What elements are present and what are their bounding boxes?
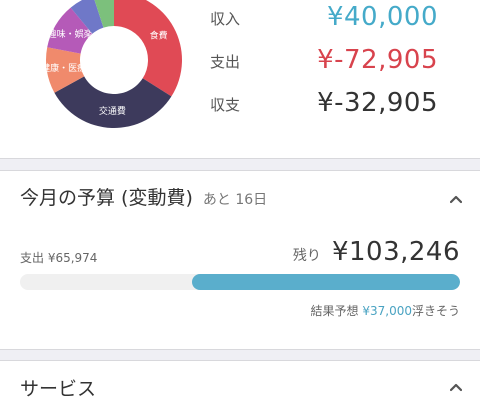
donut-slice-label: 健康・医療 [44,62,86,74]
donut-slice-label: 交通費 [99,105,126,117]
budget-card: 今月の予算 (変動費) あと 16日 支出 ¥65,974 残り ¥103,24… [0,170,480,350]
budget-progress-fill [191,274,460,290]
remaining-value: ¥103,246 [331,237,460,267]
balance-row: 収支 ¥-32,905 [210,88,438,118]
remaining-label: 残り [292,248,321,264]
balance-value: ¥-32,905 [317,88,438,118]
budget-header[interactable]: 今月の予算 (変動費) あと 16日 [20,183,267,210]
expense-label: 支出 [210,53,241,71]
balance-label: 収支 [210,96,241,114]
income-label: 収入 [210,10,241,28]
expense-donut-chart[interactable]: 食費交通費 健康・医療 趣味・娯楽 [44,0,184,130]
donut-slice-label: 食費 [150,29,168,41]
spent-amount: 支出 ¥65,974 [20,251,98,265]
expense-value: ¥-72,905 [317,45,438,75]
donut-slice-label: 趣味・娯楽 [48,28,93,40]
forecast-amount: ¥37,000 [362,304,412,318]
service-title[interactable]: サービス [20,374,96,401]
budget-title: 今月の予算 (変動費) [20,187,193,209]
income-row: 収入 ¥40,000 [210,2,438,32]
remaining: 残り ¥103,246 [293,237,460,267]
forecast: 結果予想 ¥37,000浮きそう [311,302,460,319]
service-card: サービス [0,360,480,411]
summary-card: 食費交通費 健康・医療 趣味・娯楽 収入 ¥40,000 支出 ¥-72,905 収… [0,0,480,159]
days-left: あと 16日 [202,192,268,208]
chevron-up-icon[interactable] [450,381,462,393]
income-value: ¥40,000 [326,2,438,32]
budget-progress-bar [20,274,460,290]
forecast-suffix: 浮きそう [411,304,460,318]
expense-row: 支出 ¥-72,905 [210,45,438,75]
forecast-prefix: 結果予想 [310,304,359,318]
chevron-up-icon[interactable] [450,193,462,205]
